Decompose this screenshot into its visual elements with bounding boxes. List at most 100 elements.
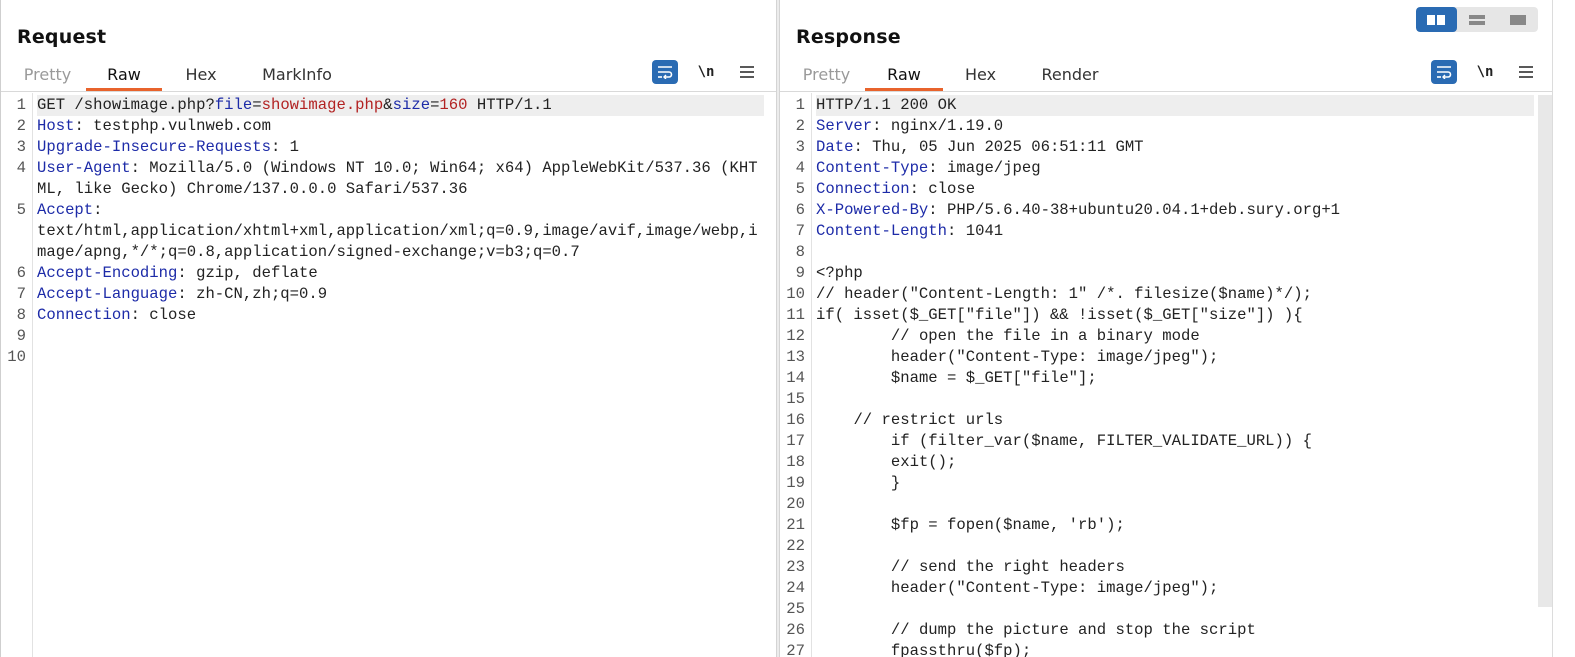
line-number: 9 [795, 264, 805, 282]
response-code[interactable]: 1 HTTP/1.1 200 OK 2 Server: nginx/1.19.0 3 Da… [786, 95, 1534, 657]
response-scrollbar[interactable] [1538, 95, 1552, 607]
code-line[interactable]: 5 Accept: text/html,application/xhtml+xml… [17, 200, 764, 263]
request-tab-rule [1, 91, 776, 92]
menu-icon[interactable] [1513, 60, 1539, 84]
line-text: X-Powered-By: PHP/5.6.40-38+ubuntu20.04.… [816, 200, 1534, 221]
code-line[interactable]: 27 fpassthru($fp); [786, 641, 1534, 657]
text-segment: <?php [816, 264, 863, 282]
request-tab-pretty[interactable]: Pretty [9, 60, 86, 91]
response-editor[interactable]: 1 HTTP/1.1 200 OK 2 Server: nginx/1.19.0 3 Da… [780, 93, 1552, 657]
code-line[interactable]: 21 $fp = fopen($name, 'rb'); [786, 515, 1534, 536]
line-text: Content-Length: 1041 [816, 221, 1534, 242]
code-line[interactable]: 5 Connection: close [796, 179, 1534, 200]
code-line[interactable]: 6 Accept-Encoding: gzip, deflate [17, 263, 764, 284]
code-line[interactable]: 10 // header("Content-Length: 1" /*. file… [786, 284, 1534, 305]
code-line[interactable]: 6 X-Powered-By: PHP/5.6.40-38+ubuntu20.04… [796, 200, 1534, 221]
code-line[interactable]: 22 [786, 536, 1534, 557]
line-number: 1 [16, 96, 26, 114]
line-text: Connection: close [37, 305, 764, 326]
code-line[interactable]: 14 $name = $_GET["file"]; [786, 368, 1534, 389]
newline-toggle-button[interactable]: \n [693, 60, 719, 84]
response-tab-render[interactable]: Render [1018, 60, 1122, 91]
code-line[interactable]: 18 exit(); [786, 452, 1534, 473]
code-line[interactable]: 3 Upgrade-Insecure-Requests: 1 [17, 137, 764, 158]
code-line[interactable]: 26 // dump the picture and stop the scri… [786, 620, 1534, 641]
code-line[interactable]: 8 [796, 242, 1534, 263]
line-number: 4 [16, 159, 26, 177]
line-text: // restrict urls [816, 410, 1534, 431]
line-number: 18 [786, 453, 805, 471]
text-segment: } [816, 474, 901, 492]
code-line[interactable]: 23 // send the right headers [786, 557, 1534, 578]
word-wrap-icon[interactable] [1431, 60, 1457, 84]
line-text: exit(); [816, 452, 1534, 473]
header-key: Connection [37, 306, 131, 324]
text-segment: : image/jpeg [928, 159, 1041, 177]
request-code[interactable]: 1 GET /showimage.php?file=showimage.php&s… [7, 95, 764, 368]
line-number: 23 [786, 558, 805, 576]
code-line[interactable]: 10 [7, 347, 764, 368]
word-wrap-icon[interactable] [652, 60, 678, 84]
single-pane-icon[interactable] [1497, 7, 1538, 32]
code-line[interactable]: 20 [786, 494, 1534, 515]
code-line[interactable]: 12 // open the file in a binary mode [786, 326, 1534, 347]
newline-label: \n [1476, 64, 1494, 80]
code-line[interactable]: 13 header("Content-Type: image/jpeg"); [786, 347, 1534, 368]
layout-switch [1416, 7, 1538, 32]
code-line[interactable]: 7 Accept-Language: zh-CN,zh;q=0.9 [17, 284, 764, 305]
code-line[interactable]: 17 if (filter_var($name, FILTER_VALIDATE… [786, 431, 1534, 452]
request-tab-raw[interactable]: Raw [86, 60, 162, 91]
code-line[interactable]: 2 Host: testphp.vulnweb.com [17, 116, 764, 137]
code-line[interactable]: 25 [786, 599, 1534, 620]
text-segment: : 1041 [947, 222, 1004, 240]
line-text: // header("Content-Length: 1" /*. filesi… [816, 284, 1534, 305]
line-number: 15 [786, 390, 805, 408]
response-tab-pretty[interactable]: Pretty [788, 60, 865, 91]
text-segment: GET /showimage.php? [37, 96, 215, 114]
request-tab-hex[interactable]: Hex [162, 60, 240, 91]
code-line[interactable]: 4 Content-Type: image/jpeg [796, 158, 1534, 179]
newline-toggle-button[interactable]: \n [1472, 60, 1498, 84]
code-line[interactable]: 2 Server: nginx/1.19.0 [796, 116, 1534, 137]
line-text: GET /showimage.php?file=showimage.php&si… [37, 95, 764, 116]
text-segment: = [252, 96, 262, 114]
side-by-side-icon[interactable] [1416, 7, 1457, 32]
code-line[interactable]: 16 // restrict urls [786, 410, 1534, 431]
text-segment: if (filter_var($name, FILTER_VALIDATE_UR… [816, 432, 1312, 450]
line-text: Accept: text/html,application/xhtml+xml,… [37, 200, 764, 263]
line-number: 5 [16, 201, 26, 219]
code-line[interactable]: 3 Date: Thu, 05 Jun 2025 06:51:11 GMT [796, 137, 1534, 158]
line-number: 5 [795, 180, 805, 198]
header-key: Accept-Language [37, 285, 178, 303]
code-line[interactable]: 15 [786, 389, 1534, 410]
response-tab-rule [780, 91, 1552, 92]
code-line[interactable]: 24 header("Content-Type: image/jpeg"); [786, 578, 1534, 599]
request-tab-markinfo[interactable]: MarkInfo [240, 60, 354, 91]
code-line[interactable]: 8 Connection: close [17, 305, 764, 326]
line-number: 8 [16, 306, 26, 324]
code-line[interactable]: 7 Content-Length: 1041 [796, 221, 1534, 242]
text-segment: : 1 [270, 138, 300, 156]
line-text: header("Content-Type: image/jpeg"); [816, 347, 1534, 368]
line-number: 24 [786, 579, 805, 597]
text-segment: $fp = fopen($name, 'rb'); [816, 516, 1125, 534]
response-tabs: Pretty Raw Hex Render [788, 60, 1122, 92]
text-segment: fpassthru($fp); [816, 642, 1032, 657]
header-key: User-Agent [37, 159, 131, 177]
code-line[interactable]: 11 if( isset($_GET["file"]) && !isset($_G… [786, 305, 1534, 326]
response-tab-raw[interactable]: Raw [865, 60, 943, 91]
request-editor[interactable]: 1 GET /showimage.php?file=showimage.php&s… [1, 93, 776, 657]
code-line[interactable]: 9 [17, 326, 764, 347]
header-key: X-Powered-By [816, 201, 929, 219]
menu-icon[interactable] [734, 60, 760, 84]
text-segment: $name = $_GET["file"]; [816, 369, 1097, 387]
text-segment: : testphp.vulnweb.com [74, 117, 271, 135]
line-text: // dump the picture and stop the script [816, 620, 1534, 641]
code-line[interactable]: 1 GET /showimage.php?file=showimage.php&s… [17, 95, 764, 116]
code-line[interactable]: 4 User-Agent: Mozilla/5.0 (Windows NT 10.… [17, 158, 764, 200]
stacked-icon[interactable] [1457, 7, 1498, 32]
code-line[interactable]: 9 <?php [796, 263, 1534, 284]
code-line[interactable]: 19 } [786, 473, 1534, 494]
response-tab-hex[interactable]: Hex [943, 60, 1018, 91]
code-line[interactable]: 1 HTTP/1.1 200 OK [796, 95, 1534, 116]
